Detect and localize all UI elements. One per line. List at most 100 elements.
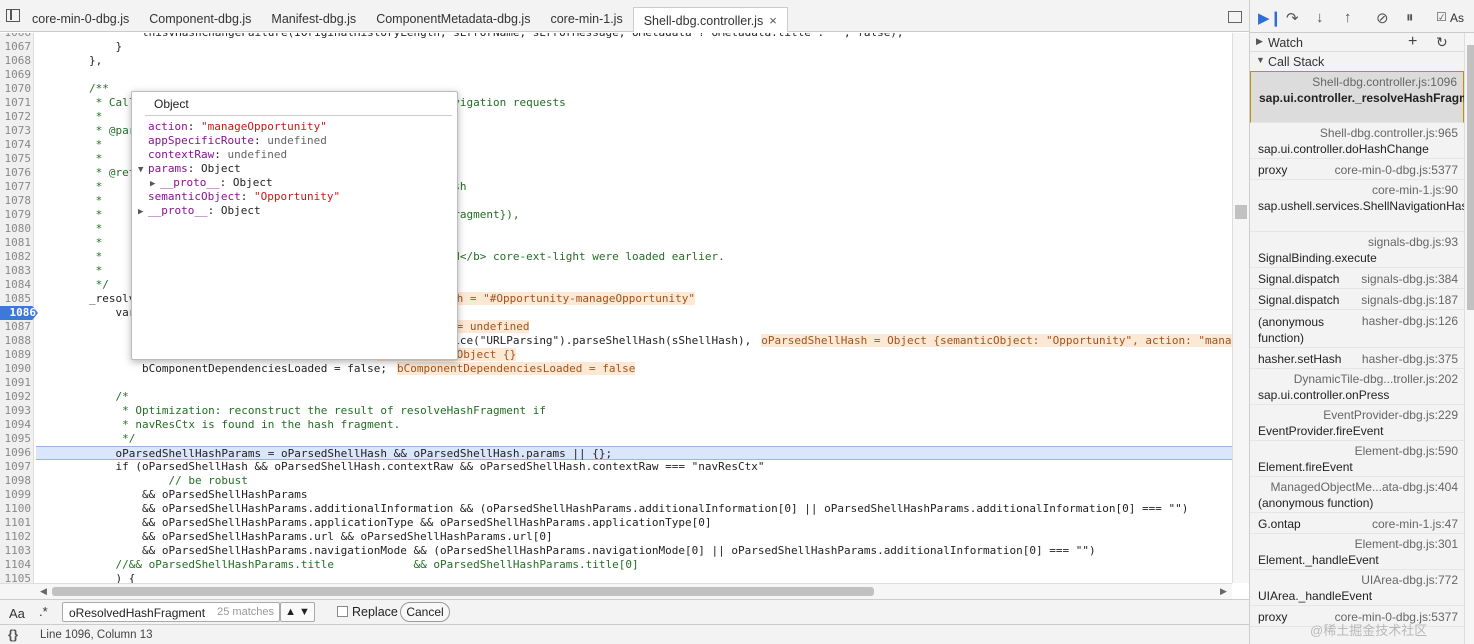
call-stack-frame[interactable]: Element-dbg.js:301 Element._handleEvent bbox=[1250, 534, 1464, 570]
line-number[interactable]: 1086 bbox=[0, 306, 38, 320]
call-stack-frame[interactable]: core-min-1.js:47 G.ontap bbox=[1250, 513, 1464, 534]
search-field[interactable]: 25 matches bbox=[62, 602, 280, 622]
step-out-icon[interactable]: ↑ bbox=[1344, 9, 1352, 26]
step-into-icon[interactable]: ↓ bbox=[1316, 9, 1324, 26]
call-stack-frame[interactable]: UIArea-dbg.js:772 UIArea._handleEvent bbox=[1250, 570, 1464, 606]
line-number[interactable]: 1103 bbox=[0, 544, 33, 558]
line-number[interactable]: 1087 bbox=[0, 320, 33, 334]
line-number[interactable]: 1073 bbox=[0, 124, 33, 138]
line-number[interactable]: 1093 bbox=[0, 404, 33, 418]
watch-section-header[interactable]: ▶ Watch + ↻ bbox=[1250, 33, 1464, 52]
expand-arrow-icon[interactable]: ▶ bbox=[138, 205, 148, 219]
line-number[interactable]: 1076 bbox=[0, 166, 33, 180]
resume-icon[interactable]: ▶❙ bbox=[1258, 9, 1282, 27]
line-number[interactable]: 1072 bbox=[0, 110, 33, 124]
call-stack-frame[interactable]: signals-dbg.js:384 Signal.dispatch bbox=[1250, 268, 1464, 289]
call-stack-frame[interactable]: EventProvider-dbg.js:229 EventProvider.fi… bbox=[1250, 405, 1464, 441]
search-input[interactable] bbox=[69, 605, 214, 620]
line-number[interactable]: 1067 bbox=[0, 40, 33, 54]
line-number-gutter[interactable]: 1066106710681069107010711072107310741075… bbox=[0, 33, 38, 583]
async-checkbox-icon[interactable]: ☑ bbox=[1436, 10, 1447, 24]
line-number[interactable]: 1071 bbox=[0, 96, 33, 110]
line-number[interactable]: 1098 bbox=[0, 474, 33, 488]
call-stack-frame[interactable]: signals-dbg.js:187 Signal.dispatch bbox=[1250, 289, 1464, 310]
pretty-print-button[interactable]: {} bbox=[8, 627, 18, 642]
line-number[interactable]: 1077 bbox=[0, 180, 33, 194]
call-stack-frame[interactable]: ManagedObjectMe...ata-dbg.js:404 (anonymo… bbox=[1250, 477, 1464, 513]
popover-property[interactable]: ▼ params: Object bbox=[138, 162, 241, 176]
line-number[interactable]: 1100 bbox=[0, 502, 33, 516]
line-number[interactable]: 1068 bbox=[0, 54, 33, 68]
line-number[interactable]: 1104 bbox=[0, 558, 33, 572]
line-number[interactable]: 1081 bbox=[0, 236, 33, 250]
line-number[interactable]: 1105 bbox=[0, 572, 33, 583]
popover-property[interactable]: ▶ __proto__: Object bbox=[138, 204, 261, 218]
line-number[interactable]: 1091 bbox=[0, 376, 33, 390]
line-number[interactable]: 1082 bbox=[0, 250, 33, 264]
line-number[interactable]: 1069 bbox=[0, 68, 33, 82]
line-number[interactable]: 1085 bbox=[0, 292, 33, 306]
line-number[interactable]: 1089 bbox=[0, 348, 33, 362]
line-number[interactable]: 1099 bbox=[0, 488, 33, 502]
editor-horizontal-scrollbar[interactable]: ◀ ▶ bbox=[0, 583, 1232, 599]
line-number[interactable]: 1078 bbox=[0, 194, 33, 208]
tab-3[interactable]: ComponentMetadata-dbg.js bbox=[366, 7, 540, 32]
call-stack-frame[interactable]: Shell-dbg.controller.js:1096 sap.ui.contr… bbox=[1250, 71, 1464, 123]
call-stack-frame[interactable]: core-min-1.js:90 sap.ushell.services.Shel… bbox=[1250, 180, 1464, 232]
line-number[interactable]: 1079 bbox=[0, 208, 33, 222]
regex-toggle[interactable]: .* bbox=[39, 604, 48, 619]
line-number[interactable]: 1074 bbox=[0, 138, 33, 152]
popover-property[interactable]: ▶ __proto__: Object bbox=[150, 176, 273, 190]
code-editor[interactable]: 1066106710681069107010711072107310741075… bbox=[0, 33, 1232, 583]
navigator-toggle-icon[interactable] bbox=[6, 9, 20, 22]
line-number[interactable]: 1080 bbox=[0, 222, 33, 236]
line-number[interactable]: 1070 bbox=[0, 82, 33, 96]
line-number[interactable]: 1084 bbox=[0, 278, 33, 292]
call-stack-frame[interactable]: hasher-dbg.js:375 hasher.setHash bbox=[1250, 348, 1464, 369]
debugger-toggle-icon[interactable] bbox=[1228, 11, 1242, 23]
line-number[interactable]: 1083 bbox=[0, 264, 33, 278]
line-number[interactable]: 1066 bbox=[0, 33, 33, 40]
pause-on-exceptions-icon[interactable]: ⏸ bbox=[1406, 9, 1414, 26]
match-case-toggle[interactable]: Aa bbox=[9, 606, 25, 621]
line-number[interactable]: 1094 bbox=[0, 418, 33, 432]
scroll-thumb[interactable] bbox=[1467, 45, 1474, 310]
call-stack-frame[interactable]: DynamicTile-dbg...troller.js:202 sap.ui.c… bbox=[1250, 369, 1464, 405]
tab-1[interactable]: Component-dbg.js bbox=[139, 7, 261, 32]
scroll-left-icon[interactable]: ◀ bbox=[40, 586, 47, 597]
scroll-right-icon[interactable]: ▶ bbox=[1220, 586, 1227, 597]
replace-checkbox[interactable] bbox=[337, 606, 348, 617]
expand-arrow-icon[interactable]: ▶ bbox=[150, 177, 160, 191]
call-stack-frame[interactable]: Element-dbg.js:590 Element.fireEvent bbox=[1250, 441, 1464, 477]
close-tab-icon[interactable]: × bbox=[769, 13, 777, 28]
add-watch-icon[interactable]: + bbox=[1408, 33, 1417, 51]
line-number[interactable]: 1097 bbox=[0, 460, 33, 474]
line-number[interactable]: 1096 bbox=[0, 446, 33, 460]
line-number[interactable]: 1102 bbox=[0, 530, 33, 544]
line-number[interactable]: 1090 bbox=[0, 362, 33, 376]
search-prev-next-buttons[interactable]: ▲ ▼ bbox=[280, 602, 315, 622]
tab-0[interactable]: core-min-0-dbg.js bbox=[22, 7, 139, 32]
tab-4[interactable]: core-min-1.js bbox=[540, 7, 632, 32]
call-stack-frame[interactable]: core-min-0-dbg.js:5377 proxy bbox=[1250, 159, 1464, 180]
line-number[interactable]: 1095 bbox=[0, 432, 33, 446]
editor-vertical-scrollbar[interactable] bbox=[1232, 33, 1249, 583]
expanded-arrow-icon[interactable]: ▼ bbox=[138, 163, 148, 177]
line-number[interactable]: 1101 bbox=[0, 516, 33, 530]
line-number[interactable]: 1092 bbox=[0, 390, 33, 404]
deactivate-breakpoints-icon[interactable]: ⊘ bbox=[1376, 9, 1389, 27]
tab-5[interactable]: Shell-dbg.controller.js × bbox=[632, 7, 788, 32]
sidebar-scrollbar[interactable] bbox=[1464, 33, 1474, 644]
call-stack-frame[interactable]: hasher-dbg.js:126 (anonymous function) bbox=[1250, 310, 1464, 348]
tab-2[interactable]: Manifest-dbg.js bbox=[261, 7, 366, 32]
line-number[interactable]: 1088 bbox=[0, 334, 33, 348]
scroll-thumb[interactable] bbox=[52, 587, 874, 596]
cancel-button[interactable]: Cancel bbox=[400, 602, 450, 622]
line-number[interactable]: 1075 bbox=[0, 152, 33, 166]
call-stack-frame[interactable]: signals-dbg.js:93 SignalBinding.execute bbox=[1250, 232, 1464, 268]
scroll-thumb[interactable] bbox=[1235, 205, 1247, 219]
refresh-icon[interactable]: ↻ bbox=[1436, 34, 1448, 51]
call-stack-section-header[interactable]: ▼ Call Stack bbox=[1250, 52, 1464, 71]
step-over-icon[interactable]: ↷ bbox=[1286, 9, 1299, 27]
call-stack-frame[interactable]: Shell-dbg.controller.js:965 sap.ui.contro… bbox=[1250, 123, 1464, 159]
